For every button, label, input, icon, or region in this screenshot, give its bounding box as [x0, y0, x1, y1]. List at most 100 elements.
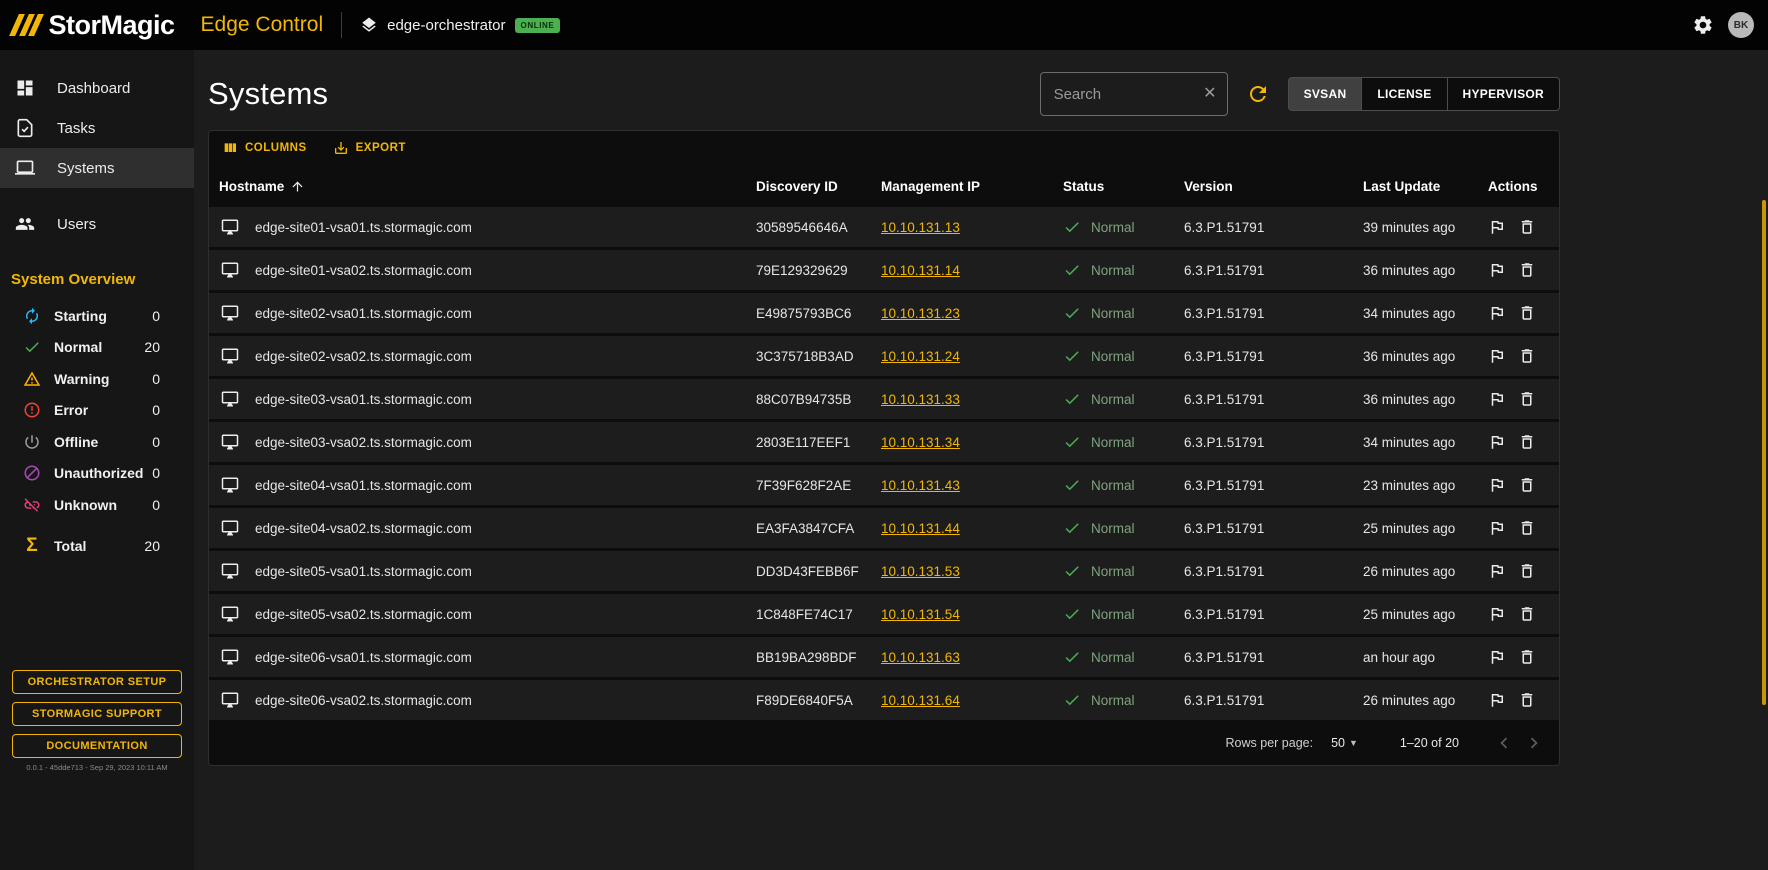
flag-button[interactable]: [1488, 476, 1506, 494]
header-status[interactable]: Status: [1063, 179, 1184, 194]
columns-button[interactable]: COLUMNS: [222, 140, 307, 156]
stormagic-support-button[interactable]: STORMAGIC SUPPORT: [12, 702, 182, 726]
monitor-icon: [221, 476, 239, 494]
delete-button[interactable]: [1518, 605, 1536, 623]
sidebar-item-label: Users: [57, 216, 96, 233]
hostname-text: edge-site02-vsa01.ts.stormagic.com: [255, 306, 472, 321]
search-input[interactable]: [1054, 86, 1204, 103]
table-row[interactable]: edge-site03-vsa02.ts.stormagic.com 2803E…: [209, 422, 1559, 462]
flag-icon: [1488, 390, 1506, 408]
delete-button[interactable]: [1518, 261, 1536, 279]
tab-svsan[interactable]: SVSAN: [1288, 77, 1363, 111]
rows-per-page-select[interactable]: 50 ▼: [1331, 736, 1358, 750]
header-discovery-id[interactable]: Discovery ID: [756, 179, 881, 194]
last-update-text: 25 minutes ago: [1363, 521, 1488, 536]
table-row[interactable]: edge-site06-vsa02.ts.stormagic.com F89DE…: [209, 680, 1559, 720]
flag-button[interactable]: [1488, 605, 1506, 623]
table-row[interactable]: edge-site06-vsa01.ts.stormagic.com BB19B…: [209, 637, 1559, 677]
management-ip-link[interactable]: 10.10.131.44: [881, 521, 960, 536]
table-row[interactable]: edge-site02-vsa02.ts.stormagic.com 3C375…: [209, 336, 1559, 376]
delete-button[interactable]: [1518, 648, 1536, 666]
table-row[interactable]: edge-site04-vsa02.ts.stormagic.com EA3FA…: [209, 508, 1559, 548]
table-row[interactable]: edge-site02-vsa01.ts.stormagic.com E4987…: [209, 293, 1559, 333]
sidebar-item-users[interactable]: Users: [0, 204, 194, 244]
export-button[interactable]: EXPORT: [333, 140, 406, 156]
app-title: Edge Control: [201, 13, 324, 37]
hostname-text: edge-site05-vsa02.ts.stormagic.com: [255, 607, 472, 622]
table-row[interactable]: edge-site01-vsa02.ts.stormagic.com 79E12…: [209, 250, 1559, 290]
table-row[interactable]: edge-site05-vsa02.ts.stormagic.com 1C848…: [209, 594, 1559, 634]
delete-button[interactable]: [1518, 691, 1536, 709]
status-text: Normal: [1091, 392, 1135, 407]
delete-button[interactable]: [1518, 390, 1536, 408]
brand-name: StorMagic: [49, 10, 175, 41]
management-ip-link[interactable]: 10.10.131.64: [881, 693, 960, 708]
online-badge: ONLINE: [515, 18, 561, 33]
export-label: EXPORT: [356, 142, 406, 154]
orchestrator-setup-button[interactable]: ORCHESTRATOR SETUP: [12, 670, 182, 694]
refresh-icon: [1246, 82, 1270, 106]
last-update-text: 34 minutes ago: [1363, 306, 1488, 321]
sidebar-item-systems[interactable]: Systems: [0, 148, 194, 188]
scrollbar-thumb[interactable]: [1762, 200, 1766, 705]
trash-icon: [1518, 218, 1536, 236]
flag-button[interactable]: [1488, 261, 1506, 279]
flag-button[interactable]: [1488, 304, 1506, 322]
flag-icon: [1488, 218, 1506, 236]
next-page-button[interactable]: [1523, 732, 1545, 754]
management-ip-link[interactable]: 10.10.131.13: [881, 220, 960, 235]
flag-button[interactable]: [1488, 691, 1506, 709]
delete-button[interactable]: [1518, 562, 1536, 580]
flag-button[interactable]: [1488, 519, 1506, 537]
management-ip-link[interactable]: 10.10.131.43: [881, 478, 960, 493]
previous-page-button[interactable]: [1493, 732, 1515, 754]
header-version[interactable]: Version: [1184, 179, 1363, 194]
delete-button[interactable]: [1518, 433, 1536, 451]
delete-button[interactable]: [1518, 347, 1536, 365]
discovery-id-text: F89DE6840F5A: [756, 693, 881, 708]
flag-icon: [1488, 347, 1506, 365]
header-management-ip[interactable]: Management IP: [881, 179, 1063, 194]
tab-license[interactable]: LICENSE: [1361, 77, 1447, 111]
management-ip-link[interactable]: 10.10.131.33: [881, 392, 960, 407]
header-hostname[interactable]: Hostname: [219, 179, 756, 194]
management-ip-link[interactable]: 10.10.131.54: [881, 607, 960, 622]
table-row[interactable]: edge-site01-vsa01.ts.stormagic.com 30589…: [209, 207, 1559, 247]
status-text: Normal: [1091, 263, 1135, 278]
flag-button[interactable]: [1488, 390, 1506, 408]
flag-button[interactable]: [1488, 218, 1506, 236]
pagination-range: 1–20 of 20: [1400, 736, 1459, 750]
flag-button[interactable]: [1488, 433, 1506, 451]
documentation-button[interactable]: DOCUMENTATION: [12, 734, 182, 758]
header-last-update[interactable]: Last Update: [1363, 179, 1488, 194]
flag-button[interactable]: [1488, 562, 1506, 580]
flag-button[interactable]: [1488, 347, 1506, 365]
status-count: 20: [144, 339, 160, 355]
management-ip-link[interactable]: 10.10.131.53: [881, 564, 960, 579]
delete-button[interactable]: [1518, 519, 1536, 537]
management-ip-link[interactable]: 10.10.131.14: [881, 263, 960, 278]
management-ip-link[interactable]: 10.10.131.63: [881, 650, 960, 665]
management-ip-link[interactable]: 10.10.131.24: [881, 349, 960, 364]
tab-hypervisor[interactable]: HYPERVISOR: [1447, 77, 1560, 111]
avatar[interactable]: BK: [1728, 12, 1754, 38]
table-row[interactable]: edge-site05-vsa01.ts.stormagic.com DD3D4…: [209, 551, 1559, 591]
sidebar-item-tasks[interactable]: Tasks: [0, 108, 194, 148]
check-icon: [1063, 218, 1081, 236]
status-text: Normal: [1091, 478, 1135, 493]
management-ip-link[interactable]: 10.10.131.23: [881, 306, 960, 321]
settings-button[interactable]: [1692, 14, 1714, 36]
discovery-id-text: E49875793BC6: [756, 306, 881, 321]
table-row[interactable]: edge-site04-vsa01.ts.stormagic.com 7F39F…: [209, 465, 1559, 505]
refresh-button[interactable]: [1246, 82, 1270, 106]
management-ip-link[interactable]: 10.10.131.34: [881, 435, 960, 450]
sidebar-item-dashboard[interactable]: Dashboard: [0, 68, 194, 108]
orchestrator-selector[interactable]: edge-orchestrator ONLINE: [360, 16, 560, 34]
delete-button[interactable]: [1518, 476, 1536, 494]
clear-search-icon[interactable]: ✕: [1203, 86, 1216, 102]
delete-button[interactable]: [1518, 304, 1536, 322]
status-row-error: Error 0: [0, 395, 194, 427]
delete-button[interactable]: [1518, 218, 1536, 236]
flag-button[interactable]: [1488, 648, 1506, 666]
table-row[interactable]: edge-site03-vsa01.ts.stormagic.com 88C07…: [209, 379, 1559, 419]
